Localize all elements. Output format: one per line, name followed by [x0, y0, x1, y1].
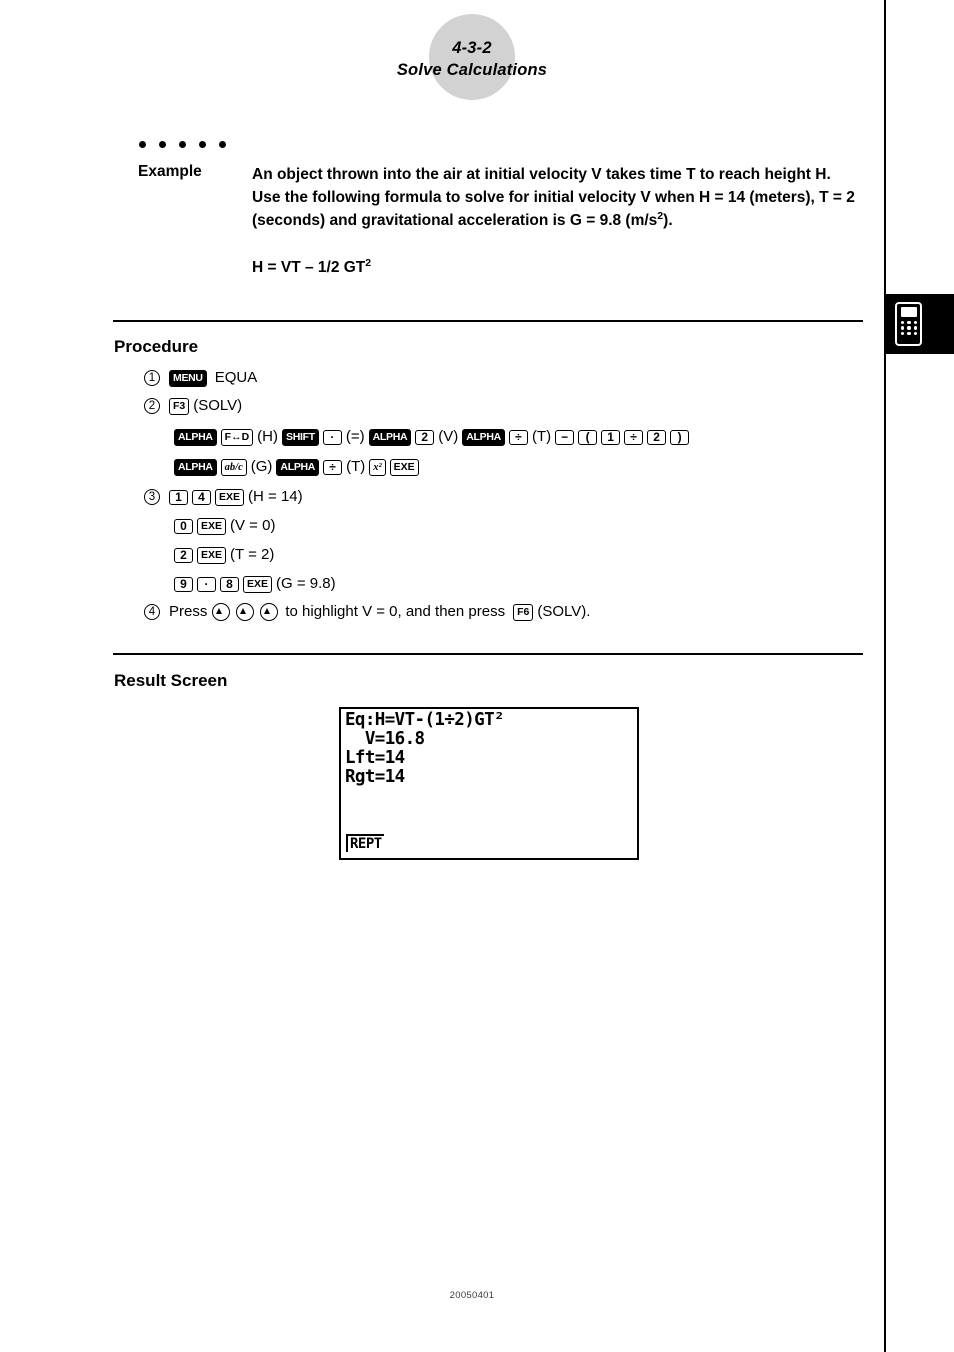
- key-menu[interactable]: MENU: [169, 369, 207, 387]
- procedure-step-3: 3 1 4 EXE (H = 14): [144, 487, 305, 507]
- procedure-title: Procedure: [114, 337, 199, 356]
- key-label-t2: (T): [346, 458, 366, 475]
- procedure-step-3-line-2: 0 EXE (V = 0): [172, 516, 277, 536]
- calculator-icon: [895, 302, 922, 346]
- result-divider: [113, 653, 863, 655]
- key-shift[interactable]: SHIFT: [282, 428, 319, 446]
- key-alpha[interactable]: ALPHA: [174, 428, 217, 446]
- step-3-label-h: (H = 14): [248, 488, 303, 505]
- procedure-step-2-keyline-1: ALPHA F↔D (H) SHIFT · (=) ALPHA 2 (V) AL…: [172, 427, 691, 447]
- step-4-text-end: (SOLV).: [537, 603, 591, 620]
- lcd-line-3: Lft=14: [345, 748, 405, 768]
- key-label-h: (H): [257, 428, 278, 445]
- key-8-g[interactable]: 8: [220, 576, 239, 592]
- procedure-step-1: 1 MENU EQUA: [144, 368, 259, 388]
- key-1[interactable]: 1: [601, 429, 621, 445]
- bullet-row: [139, 141, 239, 151]
- key-x-squared[interactable]: x²: [369, 458, 386, 476]
- key-alpha-4[interactable]: ALPHA: [174, 458, 217, 476]
- chapter-tab[interactable]: [884, 294, 954, 354]
- calculator-icon-keys: [901, 321, 918, 336]
- key-exe-h[interactable]: EXE: [215, 488, 245, 506]
- header-title: Solve Calculations: [396, 61, 548, 79]
- key-4-h[interactable]: 4: [192, 489, 211, 505]
- procedure-step-2-keyline-2: ALPHA ab/c (G) ALPHA ÷ (T) x² EXE: [172, 457, 421, 477]
- example-body-tail: ).: [663, 212, 673, 229]
- example-formula-superscript: 2: [365, 256, 372, 269]
- key-exe[interactable]: EXE: [389, 458, 419, 476]
- key-open-paren[interactable]: (: [578, 429, 598, 445]
- step-number-2: 2: [144, 398, 160, 414]
- key-9-g[interactable]: 9: [174, 576, 193, 592]
- key-alpha-3[interactable]: ALPHA: [462, 428, 505, 446]
- calculator-result-screen: Eq:H=VT-(1÷2)GT² V=16.8 Lft=14 Rgt=14 RE…: [339, 707, 639, 860]
- key-up-arrow-1[interactable]: [212, 603, 231, 621]
- example-formula: H = VT – 1/2 GT2: [252, 256, 372, 277]
- header-number: 4-3-2: [452, 39, 492, 57]
- step-number-3: 3: [144, 489, 160, 505]
- procedure-step-3-line-4: 9 · 8 EXE (G = 9.8): [172, 574, 338, 594]
- key-2-t[interactable]: 2: [174, 547, 193, 563]
- key-2[interactable]: 2: [415, 429, 435, 445]
- page-footer: 20050401: [449, 1290, 495, 1301]
- key-label-t: (T): [531, 428, 552, 445]
- key-1-h[interactable]: 1: [169, 489, 188, 505]
- key-exe-g[interactable]: EXE: [243, 575, 273, 593]
- step-3-label-g: (G = 9.8): [276, 575, 336, 592]
- example-label: Example: [138, 163, 202, 180]
- key-f6[interactable]: F6: [513, 603, 534, 621]
- example-body-text: An object thrown into the air at initial…: [252, 166, 855, 229]
- procedure-step-2: 2 F3 (SOLV): [144, 396, 244, 416]
- key-f-d[interactable]: F↔D: [220, 428, 254, 446]
- procedure-step-4: 4 Press to highlight V = 0, and then pre…: [144, 602, 592, 622]
- key-close-paren[interactable]: ): [670, 429, 690, 445]
- key-label-v: (V): [438, 428, 459, 445]
- key-f3[interactable]: F3: [169, 397, 190, 415]
- lcd-function-key-rept[interactable]: REPT: [346, 834, 384, 852]
- result-title: Result Screen: [114, 671, 228, 690]
- key-label-g: (G): [250, 458, 273, 475]
- step-1-text: EQUA: [214, 369, 258, 386]
- key-exe-v[interactable]: EXE: [197, 517, 227, 535]
- key-alpha-5[interactable]: ALPHA: [276, 458, 320, 476]
- key-exe-t[interactable]: EXE: [197, 546, 227, 564]
- calculator-icon-screen: [900, 307, 917, 317]
- lcd-line-1: Eq:H=VT-(1÷2)GT²: [345, 710, 505, 730]
- key-up-arrow-2[interactable]: [236, 603, 255, 621]
- step-3-label-v: (V = 0): [230, 517, 276, 534]
- lcd-line-2: V=16.8: [345, 729, 425, 749]
- page-header: 4-3-2 Solve Calculations: [0, 37, 944, 81]
- key-alpha-2[interactable]: ALPHA: [368, 428, 412, 446]
- step-number-1: 1: [144, 370, 160, 386]
- key-dot[interactable]: ·: [322, 429, 342, 445]
- key-2b[interactable]: 2: [647, 429, 667, 445]
- key-divide[interactable]: ÷: [508, 429, 528, 445]
- step-4-text-mid: to highlight V = 0, and then press: [285, 603, 506, 620]
- procedure-divider: [113, 320, 863, 322]
- example-body: An object thrown into the air at initial…: [252, 163, 857, 232]
- step-number-4: 4: [144, 604, 160, 620]
- key-label-equals: (=): [345, 428, 365, 445]
- example-formula-main: H = VT – 1/2 GT: [252, 259, 366, 276]
- procedure-step-3-line-3: 2 EXE (T = 2): [172, 545, 276, 565]
- key-divide-3[interactable]: ÷: [323, 459, 343, 475]
- lcd-line-4: Rgt=14: [345, 767, 405, 787]
- step-2-text-solv: (SOLV): [193, 397, 243, 414]
- step-4-text-pre: Press: [169, 603, 208, 620]
- page-margin-rule: [884, 0, 886, 1352]
- key-0-v[interactable]: 0: [174, 518, 193, 534]
- key-divide-2[interactable]: ÷: [624, 429, 644, 445]
- key-up-arrow-3[interactable]: [260, 603, 279, 621]
- key-dot-g[interactable]: ·: [197, 576, 216, 592]
- key-minus[interactable]: −: [555, 429, 575, 445]
- key-fraction-abc[interactable]: ab/c: [220, 458, 247, 476]
- step-3-label-t: (T = 2): [230, 546, 275, 563]
